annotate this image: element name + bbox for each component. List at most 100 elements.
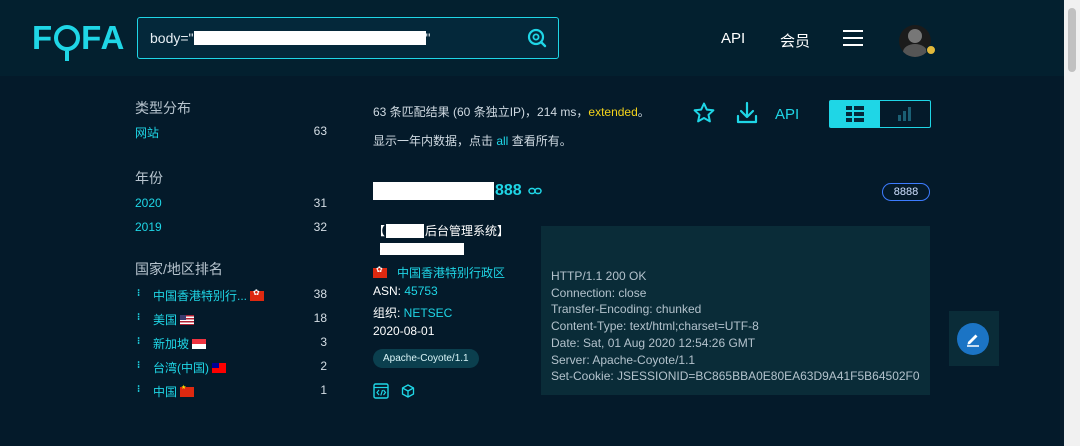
country-item-sg[interactable]: ⁝ 新加坡 3 bbox=[135, 329, 327, 353]
chart-view-button[interactable] bbox=[880, 101, 930, 127]
floating-panel bbox=[949, 311, 999, 366]
country-section-title: 国家/地区排名 bbox=[135, 261, 223, 277]
search-query-prefix: body=" bbox=[150, 30, 194, 46]
server-tag[interactable]: Apache-Coyote/1.1 bbox=[373, 349, 479, 368]
note-prefix: 显示一年内数据，点击 bbox=[373, 134, 497, 148]
year-item-2019[interactable]: 2019 32 bbox=[135, 214, 327, 238]
header-line: Content-Type: text/html;charset=UTF-8 bbox=[551, 319, 759, 334]
asn-label: ASN: bbox=[373, 284, 405, 298]
country-item-cn[interactable]: ⁝ 中国 1 bbox=[135, 377, 327, 401]
org-value[interactable]: NETSEC bbox=[404, 306, 453, 320]
country-label[interactable]: 中国 bbox=[153, 383, 195, 400]
filter-count: 3 bbox=[320, 335, 327, 349]
cn-flag-icon bbox=[180, 384, 195, 397]
search-icon[interactable] bbox=[526, 27, 548, 49]
redacted-ip bbox=[380, 243, 464, 255]
country-label[interactable]: 台湾(中国) bbox=[153, 359, 226, 376]
asn-value[interactable]: 45753 bbox=[404, 284, 437, 298]
search-box[interactable]: body=" " bbox=[137, 17, 559, 59]
hamburger-menu-icon[interactable] bbox=[843, 30, 863, 46]
logo-pin-icon bbox=[54, 25, 81, 61]
filter-count: 63 bbox=[313, 124, 327, 138]
port-badge[interactable]: 8888 bbox=[882, 183, 930, 201]
country-name: 中国香港特别行... bbox=[153, 289, 248, 303]
edit-button[interactable] bbox=[957, 323, 989, 355]
nav-api-link[interactable]: API bbox=[721, 30, 745, 47]
filter-sidebar: 类型分布 网站 63 年份 2020 31 2019 32 国家/地区排名 ⁝ … bbox=[135, 98, 327, 401]
result-org: 组织: NETSEC bbox=[373, 304, 452, 321]
page-scrollbar[interactable] bbox=[1064, 0, 1080, 446]
result-asn: ASN: 45753 bbox=[373, 284, 438, 298]
info-icon: ⁝ bbox=[137, 384, 141, 395]
country-item-us[interactable]: ⁝ 美国 18 bbox=[135, 305, 327, 329]
nav-member-link[interactable]: 会员 bbox=[780, 30, 810, 51]
result-title: 【 后台管理系统】 bbox=[373, 222, 509, 239]
link-icon[interactable] bbox=[527, 186, 542, 196]
cube-icon[interactable] bbox=[401, 384, 415, 398]
info-icon: ⁝ bbox=[137, 312, 141, 323]
country-label[interactable]: 新加坡 bbox=[153, 335, 207, 352]
tw-flag-icon bbox=[212, 363, 226, 373]
fofa-logo[interactable]: F FA bbox=[32, 18, 126, 61]
filter-count: 1 bbox=[320, 383, 327, 397]
header-line: Set-Cookie: JSESSIONID=BC865BBA0E80EA63D… bbox=[551, 369, 920, 384]
info-icon: ⁝ bbox=[137, 336, 141, 347]
logo-text: F FA bbox=[32, 19, 126, 61]
country-item-tw[interactable]: ⁝ 台湾(中国) 2 bbox=[135, 353, 327, 377]
org-label: 组织: bbox=[373, 306, 404, 320]
redacted-query bbox=[193, 31, 426, 45]
sg-flag-icon bbox=[192, 339, 207, 349]
filter-label[interactable]: 2019 bbox=[135, 220, 162, 234]
country-name: 美国 bbox=[153, 313, 178, 327]
redacted-host bbox=[373, 182, 494, 200]
result-date: 2020-08-01 bbox=[373, 324, 435, 338]
scroll-thumb[interactable] bbox=[1068, 8, 1076, 72]
result-summary: 63 条匹配结果 (60 条独立IP)，214 ms，extended。 bbox=[373, 103, 650, 120]
filter-count: 18 bbox=[313, 311, 327, 325]
summary-tail: 。 bbox=[637, 105, 650, 119]
header-line: Connection: close bbox=[551, 285, 647, 300]
filter-label[interactable]: 2020 bbox=[135, 196, 162, 210]
info-icon: ⁝ bbox=[137, 288, 141, 299]
list-view-icon bbox=[846, 106, 864, 122]
web-code-icon[interactable] bbox=[373, 383, 389, 399]
bar-chart-icon bbox=[898, 107, 911, 121]
pencil-icon bbox=[967, 334, 979, 347]
filter-count: 31 bbox=[313, 196, 327, 210]
hk-flag-icon bbox=[373, 265, 387, 278]
redacted-title bbox=[386, 223, 425, 238]
summary-text: 63 条匹配结果 (60 条独立IP)，214 ms， bbox=[373, 105, 589, 119]
country-label[interactable]: 中国香港特别行... bbox=[153, 287, 265, 304]
filter-label[interactable]: 网站 bbox=[135, 124, 159, 141]
search-query-suffix: " bbox=[425, 30, 431, 46]
country-name: 新加坡 bbox=[153, 337, 190, 351]
host-port-text[interactable]: 888 bbox=[495, 182, 522, 200]
result-host-link[interactable]: 888 bbox=[373, 182, 542, 200]
hk-flag-icon bbox=[250, 288, 265, 301]
star-icon[interactable] bbox=[692, 101, 716, 125]
header-line: HTTP/1.1 200 OK bbox=[551, 269, 647, 283]
type-item-website[interactable]: 网站 63 bbox=[135, 118, 327, 142]
search-input[interactable]: body=" " bbox=[150, 30, 431, 46]
title-text: 后台管理系统】 bbox=[425, 224, 510, 238]
list-view-button[interactable] bbox=[830, 101, 880, 127]
filter-count: 2 bbox=[320, 359, 327, 373]
info-icon: ⁝ bbox=[137, 360, 141, 371]
show-all-link[interactable]: all bbox=[496, 134, 508, 148]
header-line: Date: Sat, 01 Aug 2020 12:54:26 GMT bbox=[551, 335, 756, 350]
year-item-2020[interactable]: 2020 31 bbox=[135, 190, 327, 214]
country-label[interactable]: 美国 bbox=[153, 311, 195, 328]
result-note: 显示一年内数据，点击 all 查看所有。 bbox=[373, 132, 572, 149]
type-section-title: 类型分布 bbox=[135, 100, 191, 116]
country-item-hk[interactable]: ⁝ 中国香港特别行... 38 bbox=[135, 281, 327, 305]
location-text[interactable]: 中国香港特别行政区 bbox=[397, 266, 505, 280]
result-location[interactable]: 中国香港特别行政区 bbox=[373, 264, 505, 281]
api-link[interactable]: API bbox=[775, 106, 799, 123]
extended-link[interactable]: extended bbox=[588, 105, 637, 119]
filter-count: 38 bbox=[313, 287, 327, 301]
year-section-title: 年份 bbox=[135, 170, 163, 186]
us-flag-icon bbox=[180, 315, 195, 325]
http-header-panel: HTTP/1.1 200 OK Connection: close Transf… bbox=[541, 226, 930, 395]
view-toggle bbox=[829, 100, 931, 128]
download-icon[interactable] bbox=[735, 101, 759, 125]
